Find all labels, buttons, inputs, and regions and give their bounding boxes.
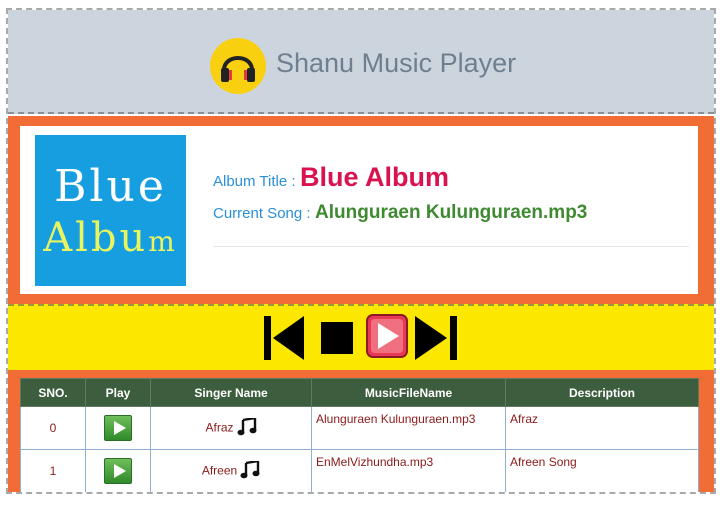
table-row[interactable]: 0 Afraz Alunguraen Kulunguraen.mp3 Afraz bbox=[20, 406, 699, 450]
column-header-description: Description bbox=[505, 378, 699, 407]
album-cover-line1: Blue bbox=[54, 161, 167, 212]
album-cover-image: Blue Album bbox=[35, 135, 186, 286]
app-title: Shanu Music Player bbox=[276, 48, 517, 78]
column-header-play: Play bbox=[85, 378, 151, 407]
cell-description: Afraz bbox=[505, 406, 699, 450]
music-note-icon[interactable] bbox=[237, 416, 257, 439]
album-title-value: Blue Album bbox=[299, 162, 449, 192]
cell-play bbox=[85, 406, 151, 450]
cell-singer: Afreen bbox=[150, 449, 312, 492]
album-title-label: Album Title : bbox=[213, 173, 296, 190]
singer-name: Afreen bbox=[201, 463, 238, 478]
column-header-file: MusicFileName bbox=[311, 378, 506, 407]
headphones-icon bbox=[210, 38, 266, 94]
column-header-singer: Singer Name bbox=[150, 378, 312, 407]
cell-file: EnMelVizhundha.mp3 bbox=[311, 449, 506, 492]
album-title-row: Album Title : Blue Album bbox=[213, 162, 449, 193]
playlist-table: SNO. Play Singer Name MusicFileName Desc… bbox=[20, 378, 699, 492]
album-cover-line2: Album bbox=[35, 215, 186, 261]
cell-sno: 1 bbox=[20, 449, 86, 492]
row-play-button[interactable] bbox=[104, 458, 132, 484]
header: Shanu Music Player bbox=[8, 10, 714, 114]
playback-controls bbox=[8, 304, 714, 370]
cell-description: Afreen Song bbox=[505, 449, 699, 492]
album-panel: Blue Album Album Title : Blue Album Curr… bbox=[8, 116, 714, 304]
player-frame: Shanu Music Player Blue Album Album Titl… bbox=[6, 8, 716, 494]
cell-sno: 0 bbox=[20, 406, 86, 450]
playlist-panel: SNO. Play Singer Name MusicFileName Desc… bbox=[8, 370, 714, 492]
table-row[interactable]: 1 Afreen EnMelVizhundha.mp3 Afreen Song bbox=[20, 449, 699, 492]
cell-play bbox=[85, 449, 151, 492]
current-song-row: Current Song : Alunguraen Kulunguraen.mp… bbox=[213, 202, 587, 224]
current-song-label: Current Song : bbox=[213, 205, 311, 222]
skip-next-icon[interactable] bbox=[415, 316, 457, 360]
play-icon[interactable] bbox=[366, 314, 408, 358]
singer-name: Afraz bbox=[205, 420, 234, 435]
cell-file: Alunguraen Kulunguraen.mp3 bbox=[311, 406, 506, 450]
stop-icon[interactable] bbox=[321, 322, 353, 354]
cell-singer: Afraz bbox=[150, 406, 312, 450]
row-play-button[interactable] bbox=[104, 415, 132, 441]
album-cover-line2-main: Albu bbox=[43, 215, 149, 261]
album-cover-line2-small: m bbox=[148, 225, 178, 258]
column-header-sno: SNO. bbox=[20, 378, 86, 407]
current-song-value: Alunguraen Kulunguraen.mp3 bbox=[315, 202, 588, 223]
music-note-icon[interactable] bbox=[240, 459, 260, 482]
info-divider bbox=[213, 246, 689, 247]
skip-previous-icon[interactable] bbox=[264, 316, 306, 360]
album-card: Blue Album Album Title : Blue Album Curr… bbox=[20, 126, 698, 294]
table-header-row: SNO. Play Singer Name MusicFileName Desc… bbox=[20, 378, 699, 407]
